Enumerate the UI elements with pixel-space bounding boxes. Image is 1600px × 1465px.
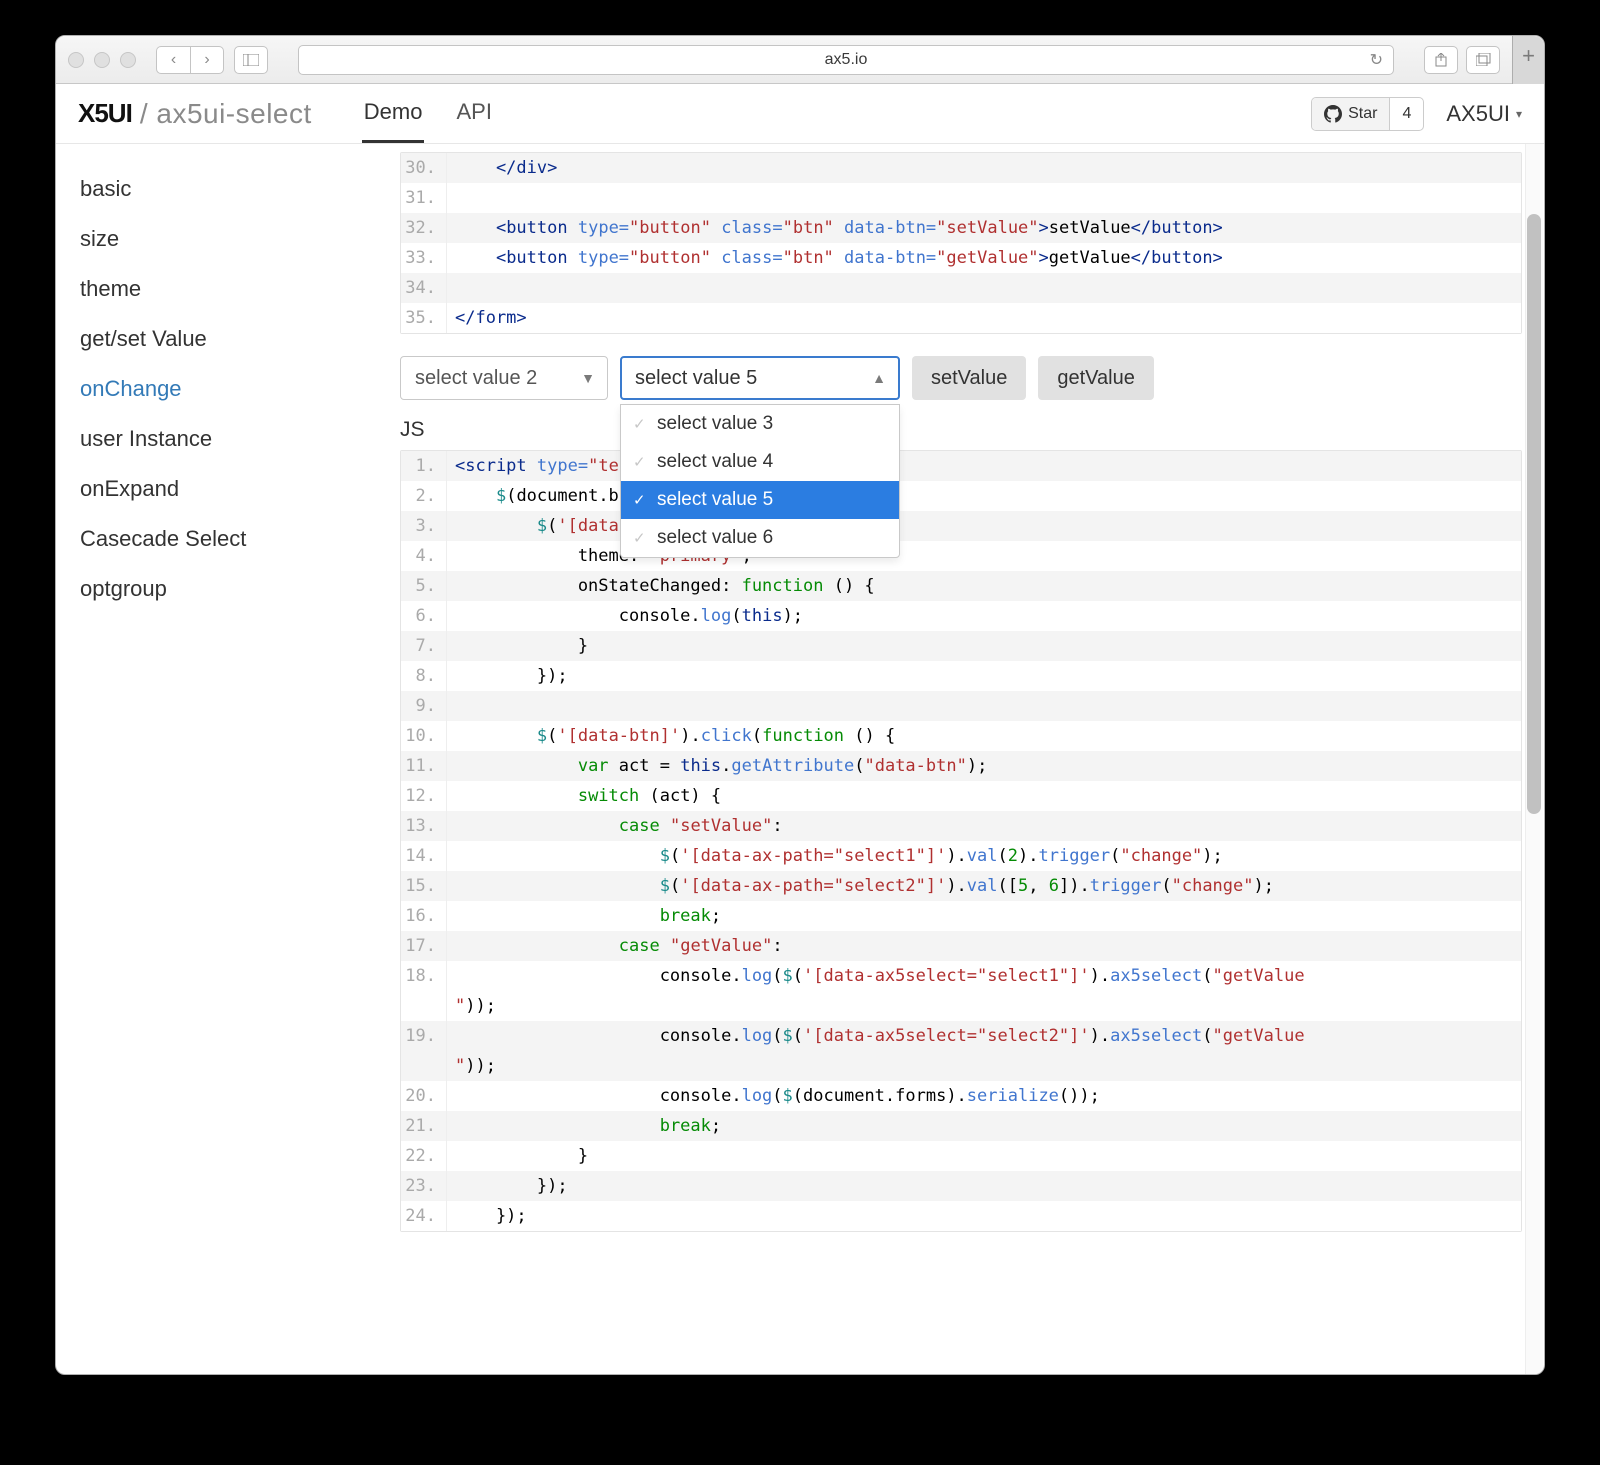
share-button[interactable] (1424, 46, 1458, 74)
line-number: 17. (401, 931, 447, 961)
option-label: select value 4 (657, 451, 773, 473)
line-number: 6. (401, 601, 447, 631)
line-number: 11. (401, 751, 447, 781)
tab-demo[interactable]: Demo (362, 84, 425, 143)
sidebar-item-getset[interactable]: get/set Value (72, 314, 362, 364)
address-bar[interactable]: ax5.io ↻ (298, 45, 1394, 75)
line-number: 1. (401, 451, 447, 481)
line-number: 9. (401, 691, 447, 721)
line-number: 23. (401, 1171, 447, 1201)
line-number: 16. (401, 901, 447, 931)
page-header: X5UI / ax5ui-select Demo API Star 4 AX5U… (56, 84, 1544, 144)
tab-api[interactable]: API (454, 84, 493, 143)
zoom-dot[interactable] (120, 52, 136, 68)
sidebar-item-onchange[interactable]: onChange (72, 364, 362, 414)
select2-dropdown: ✓ select value 3 ✓ select value 4 ✓ select … (620, 404, 900, 558)
check-icon: ✓ (633, 453, 649, 471)
scrollbar-thumb[interactable] (1527, 214, 1541, 814)
sidebar-item-cascade[interactable]: Casecade Select (72, 514, 362, 564)
line-number: 4. (401, 541, 447, 571)
minimize-dot[interactable] (94, 52, 110, 68)
getvalue-button[interactable]: getValue (1038, 356, 1153, 400)
traffic-lights (68, 52, 146, 68)
line-number: 3. (401, 511, 447, 541)
forward-button[interactable]: › (190, 46, 224, 74)
line-number: 10. (401, 721, 447, 751)
main-content: 30. </div> 31. 32. <button type="button"… (378, 144, 1544, 1374)
header-tabs: Demo API (362, 84, 494, 143)
line-number: 20. (401, 1081, 447, 1111)
browser-window: ‹ › ax5.io ↻ + X5UI (55, 35, 1545, 1375)
line-number: 14. (401, 841, 447, 871)
browser-chrome: ‹ › ax5.io ↻ (56, 36, 1512, 84)
tabs-button[interactable] (1466, 46, 1500, 74)
setvalue-button[interactable]: setValue (912, 356, 1026, 400)
sidebar-item-theme[interactable]: theme (72, 264, 362, 314)
new-tab-button[interactable]: + (1512, 36, 1544, 84)
logo-sub: / ax5ui-select (140, 98, 312, 130)
line-number: 22. (401, 1141, 447, 1171)
dropdown-option[interactable]: ✓ select value 3 (621, 405, 899, 443)
select1[interactable]: select value 2 ▼ (400, 356, 608, 400)
github-star-label: Star (1348, 105, 1377, 123)
line-number: 35. (401, 303, 447, 333)
dropdown-option[interactable]: ✓ select value 4 (621, 443, 899, 481)
line-number: 32. (401, 213, 447, 243)
line-number: 19. (401, 1021, 447, 1081)
sidebar-item-onexpand[interactable]: onExpand (72, 464, 362, 514)
check-icon: ✓ (633, 529, 649, 547)
line-number: 7. (401, 631, 447, 661)
logo-mark: X5UI (78, 98, 132, 129)
address-url: ax5.io (825, 51, 868, 69)
select2[interactable]: select value 5 ▲ (620, 356, 900, 400)
github-star-count: 4 (1390, 105, 1423, 123)
code-block-js: 1.<script type="te 2. $(document.b 3. $(… (400, 450, 1522, 1232)
line-number: 8. (401, 661, 447, 691)
line-number: 18. (401, 961, 447, 1021)
line-number: 30. (401, 153, 447, 183)
sidebar: basic size theme get/set Value onChange … (56, 144, 378, 1374)
sidebar-item-size[interactable]: size (72, 214, 362, 264)
check-icon: ✓ (633, 491, 649, 509)
option-label: select value 6 (657, 527, 773, 549)
line-number: 21. (401, 1111, 447, 1141)
demo-controls: select value 2 ▼ select value 5 ▲ ✓selec… (400, 356, 1522, 400)
line-number: 15. (401, 871, 447, 901)
scrollbar-track[interactable] (1525, 144, 1543, 1374)
dropdown-option[interactable]: ✓ select value 5 (621, 481, 899, 519)
js-heading: JS (400, 418, 1522, 442)
line-number: 5. (401, 571, 447, 601)
dropdown-option[interactable]: ✓ select value 6 (621, 519, 899, 557)
logo[interactable]: X5UI / ax5ui-select (78, 98, 312, 130)
sidebar-item-optgroup[interactable]: optgroup (72, 564, 362, 614)
refresh-icon[interactable]: ↻ (1370, 50, 1383, 70)
github-star[interactable]: Star 4 (1311, 97, 1424, 131)
select1-value: select value 2 (415, 367, 537, 390)
github-icon (1324, 105, 1342, 123)
select2-value: select value 5 (635, 367, 757, 390)
line-number: 24. (401, 1201, 447, 1231)
back-button[interactable]: ‹ (156, 46, 190, 74)
brand-dropdown[interactable]: AX5UI ▾ (1446, 101, 1522, 127)
option-label: select value 3 (657, 413, 773, 435)
chevron-down-icon: ▼ (581, 370, 595, 386)
line-number: 13. (401, 811, 447, 841)
close-dot[interactable] (68, 52, 84, 68)
sidebar-item-basic[interactable]: basic (72, 164, 362, 214)
check-icon: ✓ (633, 415, 649, 433)
line-number: 12. (401, 781, 447, 811)
sidebar-toggle-button[interactable] (234, 46, 268, 74)
nav-buttons: ‹ › (156, 46, 224, 74)
line-number: 31. (401, 183, 447, 213)
option-label: select value 5 (657, 489, 773, 511)
chevron-up-icon: ▲ (872, 370, 886, 386)
line-number: 33. (401, 243, 447, 273)
brand-label: AX5UI (1446, 101, 1510, 127)
line-number: 2. (401, 481, 447, 511)
sidebar-item-userinstance[interactable]: user Instance (72, 414, 362, 464)
caret-down-icon: ▾ (1516, 107, 1522, 121)
line-number: 34. (401, 273, 447, 303)
code-block-html: 30. </div> 31. 32. <button type="button"… (400, 152, 1522, 334)
